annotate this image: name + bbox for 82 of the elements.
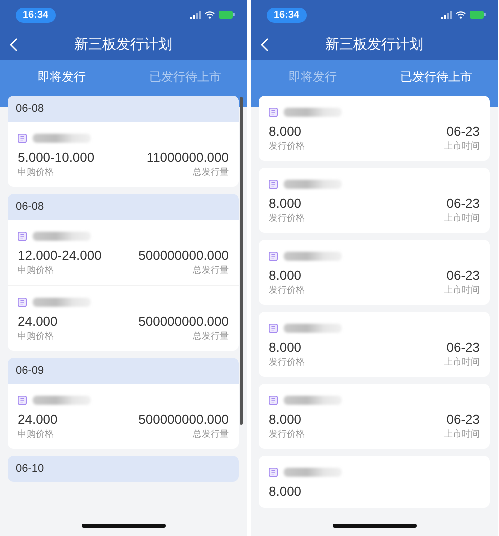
price-label: 发行价格: [269, 284, 305, 297]
tab[interactable]: 已发行待上市: [374, 60, 498, 95]
price-label: 发行价格: [269, 140, 305, 153]
back-icon[interactable]: [261, 38, 269, 52]
document-icon: [18, 134, 27, 142]
side-label: 总发行量: [193, 264, 229, 277]
document-icon: [269, 252, 278, 260]
price-value: 24.000: [18, 314, 58, 329]
document-icon: [269, 108, 278, 116]
side-label: 总发行量: [193, 166, 229, 179]
blurred-name: [284, 324, 342, 332]
document-icon: [269, 468, 278, 476]
side-value: 06-23: [446, 268, 480, 283]
side-value: 500000000.000: [138, 412, 229, 427]
price-value: 8.000: [269, 124, 302, 139]
price-value: 5.000-10.000: [18, 150, 95, 165]
side-value: 500000000.000: [138, 314, 229, 329]
issue-card[interactable]: 8.000 06-23 发行价格 上市时间: [259, 96, 490, 161]
blurred-name: [284, 252, 342, 260]
side-value: 06-23: [446, 196, 480, 211]
price-label: 申购价格: [18, 330, 54, 343]
side-value: 500000000.000: [138, 248, 229, 263]
blurred-name: [33, 134, 91, 142]
side-label: 上市时间: [444, 212, 480, 225]
blurred-name: [284, 468, 342, 476]
blurred-name: [33, 298, 91, 306]
issue-card[interactable]: 8.000: [259, 456, 490, 508]
price-label: 申购价格: [18, 428, 54, 441]
price-label: 发行价格: [269, 356, 305, 369]
issue-card[interactable]: 8.000 06-23 发行价格 上市时间: [259, 168, 490, 233]
price-value: 24.000: [18, 412, 58, 427]
scrollbar[interactable]: [240, 97, 243, 425]
document-icon: [18, 396, 27, 404]
page-title: 新三板发行计划: [324, 36, 424, 54]
side-label: 上市时间: [444, 428, 480, 441]
battery-icon: [219, 11, 235, 19]
price-label: 申购价格: [18, 264, 54, 277]
document-icon: [269, 396, 278, 404]
price-value: 8.000: [269, 196, 302, 211]
page-title: 新三板发行计划: [74, 36, 174, 54]
price-label: 发行价格: [269, 428, 305, 441]
price-value: 8.000: [269, 484, 302, 499]
date-header: 06-09: [8, 358, 239, 384]
signal-icon: [441, 11, 452, 19]
side-label: 上市时间: [444, 284, 480, 297]
date-header: 06-08: [8, 96, 239, 122]
document-icon: [269, 180, 278, 188]
status-time: 16:34: [16, 8, 56, 22]
document-icon: [18, 298, 27, 306]
document-icon: [269, 324, 278, 332]
blurred-name: [33, 396, 91, 404]
status-time: 16:34: [267, 8, 307, 22]
side-label: 总发行量: [193, 330, 229, 343]
date-header: 06-10: [8, 456, 239, 482]
side-label: 总发行量: [193, 428, 229, 441]
signal-icon: [190, 11, 201, 19]
side-value: 06-23: [446, 124, 480, 139]
battery-icon: [470, 11, 486, 19]
blurred-name: [284, 180, 342, 188]
side-value: 06-23: [446, 412, 480, 427]
issue-card[interactable]: 8.000 06-23 发行价格 上市时间: [259, 240, 490, 305]
back-icon[interactable]: [10, 38, 18, 52]
document-icon: [18, 232, 27, 240]
issue-card[interactable]: 8.000 06-23 发行价格 上市时间: [259, 312, 490, 377]
price-label: 申购价格: [18, 166, 54, 179]
wifi-icon: [456, 11, 466, 19]
side-label: 上市时间: [444, 140, 480, 153]
price-label: 发行价格: [269, 212, 305, 225]
price-value: 12.000-24.000: [18, 248, 102, 263]
blurred-name: [33, 232, 91, 240]
issue-card[interactable]: 8.000 06-23 发行价格 上市时间: [259, 384, 490, 449]
tab[interactable]: 即将发行: [0, 60, 124, 95]
wifi-icon: [205, 11, 215, 19]
price-value: 8.000: [269, 268, 302, 283]
side-value: 06-23: [446, 340, 480, 355]
blurred-name: [284, 108, 342, 116]
price-value: 8.000: [269, 412, 302, 427]
side-label: 上市时间: [444, 356, 480, 369]
side-value: 11000000.000: [146, 150, 229, 165]
date-header: 06-08: [8, 194, 239, 220]
price-value: 8.000: [269, 340, 302, 355]
blurred-name: [284, 396, 342, 404]
